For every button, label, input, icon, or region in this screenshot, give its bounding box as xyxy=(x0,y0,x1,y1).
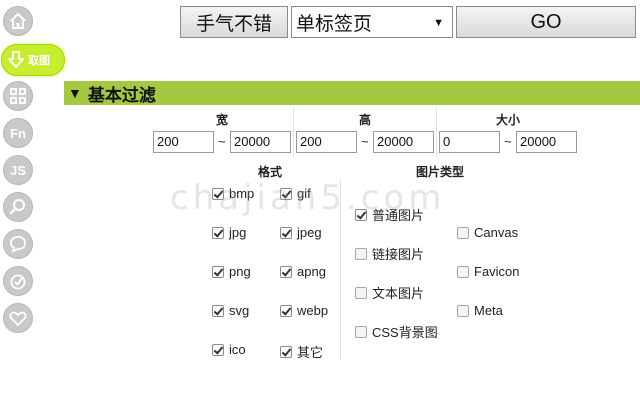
checkbox-label: svg xyxy=(229,303,250,318)
format-webp-checkbox[interactable]: webp xyxy=(280,303,328,318)
format-apng-checkbox[interactable]: apng xyxy=(280,264,326,279)
tab-mode-value: 单标签页 xyxy=(296,13,373,35)
checkbox-box[interactable] xyxy=(280,187,292,200)
grid-icon[interactable] xyxy=(3,81,33,111)
format-label: 格式 xyxy=(257,165,282,179)
checkbox-label: 其它 xyxy=(297,345,324,360)
basic-filter-header[interactable]: ▼ 基本过滤 xyxy=(64,81,640,105)
checkbox-box[interactable] xyxy=(212,226,224,239)
column-divider xyxy=(293,107,294,157)
format-gif-checkbox[interactable]: gif xyxy=(280,186,311,201)
checkbox-label: jpeg xyxy=(297,225,322,240)
checkbox-box[interactable] xyxy=(212,304,224,317)
feeling-lucky-button[interactable]: 手气不错 xyxy=(180,6,288,38)
column-divider xyxy=(436,107,437,157)
checkbox-label: Canvas xyxy=(474,225,519,240)
section-title: 基本过滤 xyxy=(87,85,156,105)
column-divider xyxy=(340,180,341,360)
checkbox-label: bmp xyxy=(229,186,255,201)
height-label: 高 xyxy=(358,113,371,127)
width-min-input[interactable]: 200 xyxy=(153,131,214,153)
checkbox-box[interactable] xyxy=(212,343,224,356)
checkbox-box[interactable] xyxy=(280,265,292,278)
type-normal-checkbox[interactable]: 普通图片 xyxy=(355,205,424,224)
format-other-checkbox[interactable]: 其它 xyxy=(280,342,323,361)
checkbox-box[interactable] xyxy=(212,187,224,200)
checkbox-label: 文本图片 xyxy=(372,286,425,301)
checkbox-box[interactable] xyxy=(355,208,367,221)
checkbox-box[interactable] xyxy=(280,345,292,358)
checkbox-box[interactable] xyxy=(280,226,292,239)
size-label: 大小 xyxy=(495,113,520,127)
tab-mode-select[interactable]: 单标签页 ▼ xyxy=(291,6,453,38)
range-tilde: ~ xyxy=(218,134,226,149)
type-meta-checkbox[interactable]: Meta xyxy=(457,303,503,318)
checkbox-label: 普通图片 xyxy=(372,208,425,223)
checkbox-label: 链接图片 xyxy=(372,247,425,262)
sidebar-rail: 取图 Fn JS xyxy=(0,0,65,400)
heart-icon[interactable] xyxy=(3,303,33,333)
checkbox-label: gif xyxy=(297,186,311,201)
grab-images-button[interactable]: 取图 xyxy=(1,44,65,76)
checkbox-box[interactable] xyxy=(212,265,224,278)
download-icon xyxy=(8,51,24,68)
checkbox-label: apng xyxy=(297,264,326,279)
range-tilde: ~ xyxy=(504,134,512,149)
checkbox-box[interactable] xyxy=(355,286,367,299)
chat-icon[interactable] xyxy=(3,229,33,259)
checkbox-label: Favicon xyxy=(474,264,520,279)
format-jpeg-checkbox[interactable]: jpeg xyxy=(280,225,322,240)
checkbox-label: ico xyxy=(229,342,246,357)
collapse-triangle-icon: ▼ xyxy=(68,85,82,101)
search-icon[interactable] xyxy=(3,192,33,222)
type-css-background-checkbox[interactable]: CSS背景图 xyxy=(355,322,438,341)
width-label: 宽 xyxy=(215,113,228,127)
width-max-input[interactable]: 20000 xyxy=(230,131,291,153)
checkbox-box[interactable] xyxy=(280,304,292,317)
checkbox-label: CSS背景图 xyxy=(372,325,438,340)
type-favicon-checkbox[interactable]: Favicon xyxy=(457,264,520,279)
checkbox-box[interactable] xyxy=(457,226,469,239)
checkbox-box[interactable] xyxy=(457,265,469,278)
grab-images-label: 取图 xyxy=(28,55,50,67)
checkbox-box[interactable] xyxy=(355,325,367,338)
checkbox-box[interactable] xyxy=(457,304,469,317)
format-png-checkbox[interactable]: png xyxy=(212,264,251,279)
checkbox-label: Meta xyxy=(474,303,503,318)
size-max-input[interactable]: 20000 xyxy=(516,131,577,153)
size-min-input[interactable]: 0 xyxy=(439,131,500,153)
js-icon[interactable]: JS xyxy=(3,155,33,185)
type-text-checkbox[interactable]: 文本图片 xyxy=(355,283,424,302)
go-button[interactable]: GO xyxy=(456,6,636,38)
dropdown-arrow-icon: ▼ xyxy=(433,17,444,29)
fn-label: Fn xyxy=(10,125,26,141)
height-max-input[interactable]: 20000 xyxy=(373,131,434,153)
checkbox-label: webp xyxy=(297,303,329,318)
home-icon[interactable] xyxy=(3,6,33,36)
js-label: JS xyxy=(10,162,26,178)
format-ico-checkbox[interactable]: ico xyxy=(212,342,246,357)
height-min-input[interactable]: 200 xyxy=(296,131,357,153)
checkbox-label: jpg xyxy=(229,225,247,240)
checkbox-box[interactable] xyxy=(355,247,367,260)
check-circle-icon[interactable] xyxy=(3,266,33,296)
checkbox-label: png xyxy=(229,264,251,279)
type-canvas-checkbox[interactable]: Canvas xyxy=(457,225,518,240)
format-svg-checkbox[interactable]: svg xyxy=(212,303,249,318)
fn-icon[interactable]: Fn xyxy=(3,118,33,148)
range-tilde: ~ xyxy=(361,134,369,149)
format-jpg-checkbox[interactable]: jpg xyxy=(212,225,246,240)
image-type-label: 图片类型 xyxy=(415,165,464,179)
format-bmp-checkbox[interactable]: bmp xyxy=(212,186,254,201)
type-link-checkbox[interactable]: 链接图片 xyxy=(355,244,424,263)
